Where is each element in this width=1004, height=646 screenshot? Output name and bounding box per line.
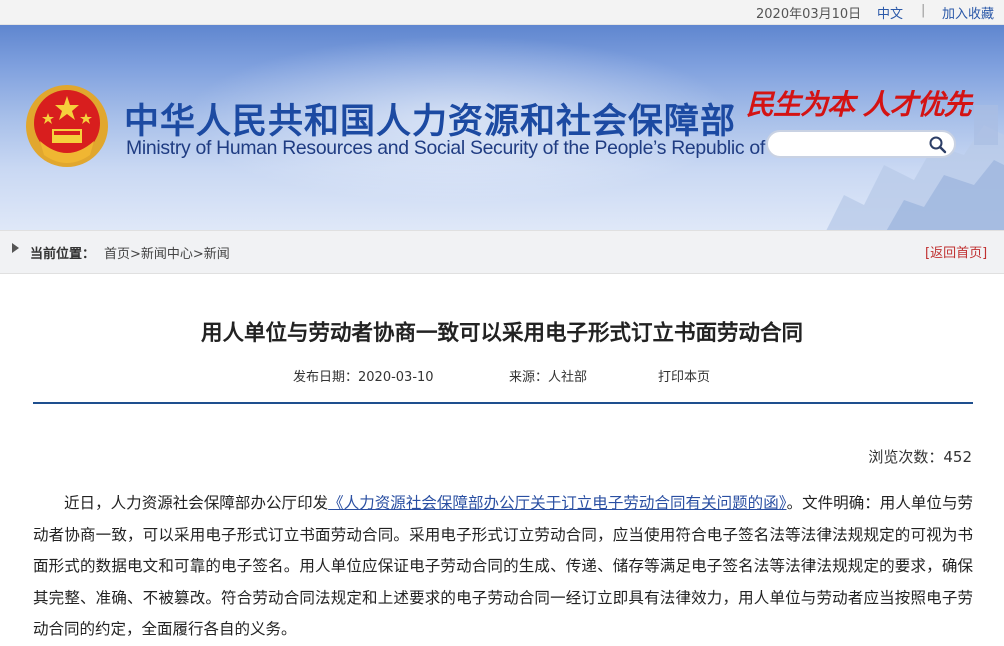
paragraph-intro: 近日，人力资源社会保障部办公厅印发 xyxy=(64,494,329,512)
document-link[interactable]: 《人力资源社会保障部办公厅关于订立电子劳动合同有关问题的函》 xyxy=(328,494,786,512)
back-home-link[interactable]: [返回首页] xyxy=(925,242,987,261)
slogan: 民生为本 人才优先 xyxy=(746,88,972,121)
search-icon[interactable] xyxy=(928,135,948,155)
site-banner: 中华人民共和国人力资源和社会保障部 Ministry of Human Reso… xyxy=(0,25,1004,230)
current-date: 2020年03月10日 xyxy=(756,7,862,22)
arrow-right-icon xyxy=(12,243,19,253)
separator: | xyxy=(921,3,926,18)
title-divider xyxy=(33,402,973,404)
language-link[interactable]: 中文 xyxy=(877,3,903,22)
view-count: 浏览次数：452 xyxy=(868,448,972,466)
paragraph-rest: 。文件明确：用人单位与劳动者协商一致，可以采用电子形式订立书面劳动合同。采用电子… xyxy=(33,494,973,638)
article-paragraph: 近日，人力资源社会保障部办公厅印发《人力资源社会保障部办公厅关于订立电子劳动合同… xyxy=(33,488,973,646)
breadcrumb: 当前位置： 首页>新闻中心>新闻 [返回首页] xyxy=(0,230,1004,274)
print-page-link[interactable]: 打印本页 xyxy=(658,366,710,385)
article-source: 来源：人社部 xyxy=(509,370,588,385)
article-title: 用人单位与劳动者协商一致可以采用电子形式订立书面劳动合同 xyxy=(200,321,803,346)
search-box xyxy=(766,130,956,158)
top-utility-bar: 2020年03月10日 中文 | 加入收藏 xyxy=(0,0,1004,25)
ministry-name-en: Ministry of Human Resources and Social S… xyxy=(126,137,820,159)
breadcrumb-path[interactable]: 首页>新闻中心>新闻 xyxy=(104,243,230,262)
publish-date: 发布日期：2020-03-10 xyxy=(293,370,434,385)
national-emblem-icon[interactable] xyxy=(24,83,110,169)
add-favorite-link[interactable]: 加入收藏 xyxy=(942,3,994,22)
article: 用人单位与劳动者协商一致可以采用电子形式订立书面劳动合同 发布日期：2020-0… xyxy=(0,274,1004,646)
search-input[interactable] xyxy=(778,135,932,155)
breadcrumb-label: 当前位置： xyxy=(30,247,96,262)
